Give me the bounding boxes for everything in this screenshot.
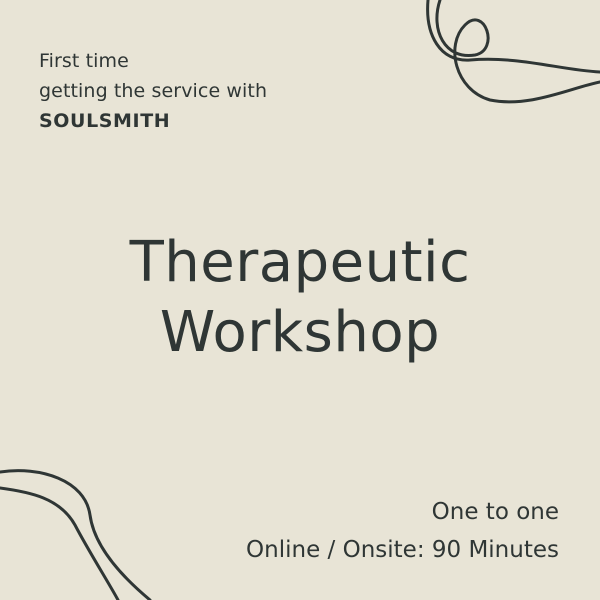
top-right-curve-2: [426, 0, 600, 74]
bottom-left-curve-2: [0, 486, 120, 600]
session-format: One to one: [431, 499, 559, 525]
title-line-2: Workshop: [159, 300, 441, 365]
brand-name: SOULSMITH: [39, 110, 171, 132]
intro-text: First time getting the service with SOUL…: [39, 46, 267, 136]
top-right-curve: [435, 0, 600, 104]
bottom-left-curve: [0, 469, 152, 600]
title-line-1: Therapeutic: [129, 230, 471, 295]
poster-canvas: First time getting the service with SOUL…: [0, 0, 600, 600]
session-mode-duration: Online / Onsite: 90 Minutes: [246, 537, 559, 563]
intro-line-2: getting the service with: [39, 80, 268, 102]
session-details: One to one Online / Onsite: 90 Minutes: [246, 493, 559, 569]
workshop-title: Therapeutic Workshop: [0, 228, 600, 368]
intro-line-1: First time: [39, 50, 129, 72]
